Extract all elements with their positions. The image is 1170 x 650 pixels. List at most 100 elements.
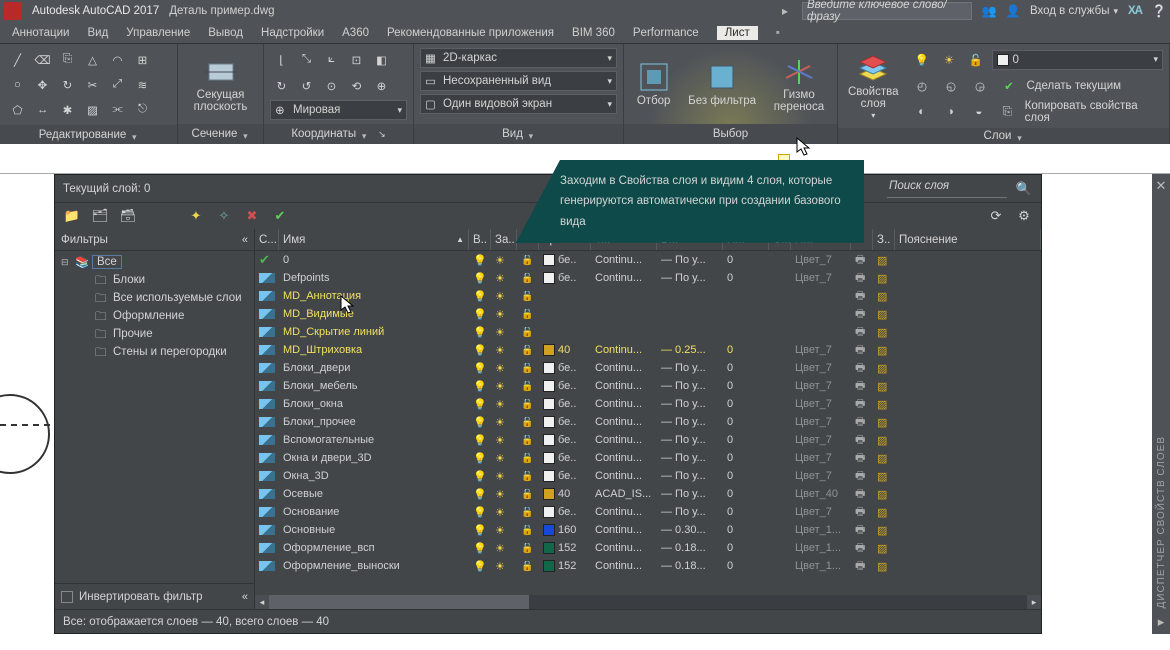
filters-expand-icon[interactable]: «: [242, 591, 248, 603]
ucs-x-icon[interactable]: ↻: [270, 74, 293, 97]
ribbon-tab[interactable]: BIM 360: [572, 27, 615, 39]
join-icon[interactable]: ⫘: [106, 98, 129, 121]
ucs-face-icon[interactable]: ◧: [370, 48, 393, 71]
layer-row[interactable]: ✔0💡☀🔓бе..Continu...— По у...0Цвет_7🖶▨: [255, 251, 1041, 269]
layer-copy-icon[interactable]: ⎘: [996, 101, 1019, 124]
scale-icon[interactable]: ⤢: [106, 73, 129, 96]
ribbon-tab[interactable]: Аннотации: [12, 27, 69, 39]
chevron-right-icon[interactable]: ▸: [778, 4, 792, 18]
filters-collapse-icon[interactable]: «: [242, 234, 248, 246]
panel-title-view[interactable]: Вид: [414, 124, 623, 144]
settings-icon[interactable]: ⚙: [1015, 207, 1033, 225]
circle-icon[interactable]: ○: [6, 73, 29, 96]
erase-icon[interactable]: ⌫: [31, 48, 54, 71]
ucs-view-icon[interactable]: ⊡: [345, 48, 368, 71]
layer-prev-icon[interactable]: ◑: [939, 101, 962, 124]
filter-item[interactable]: 🗀Стены и перегородки: [59, 343, 250, 361]
layer-state-icon[interactable]: ◒: [968, 101, 991, 124]
palette-menu-icon[interactable]: ▸: [1158, 614, 1165, 630]
section-plane-button[interactable]: Секущая плоскость: [190, 53, 252, 115]
sign-in-button[interactable]: Вход в службы▾: [1030, 5, 1118, 17]
layer-copy-props[interactable]: Копировать свойства слоя: [1025, 100, 1163, 124]
copy-icon[interactable]: ⎘: [56, 48, 79, 71]
fillet-icon[interactable]: ◠: [106, 48, 129, 71]
refresh-icon[interactable]: ⟳: [987, 207, 1005, 225]
ucs-world-icon[interactable]: ⊕: [370, 74, 393, 97]
layer-states-icon[interactable]: 🗃: [119, 207, 137, 225]
layer-lock-icon[interactable]: 🔓: [965, 48, 988, 71]
saved-view-combo[interactable]: ▭Несохраненный вид: [420, 71, 617, 91]
hatch-icon[interactable]: ▨: [81, 98, 104, 121]
current-layer-combo[interactable]: 0: [992, 50, 1164, 70]
layer-walk-icon[interactable]: ◐: [911, 101, 934, 124]
rotate-icon[interactable]: ↻: [56, 73, 79, 96]
ucs-y-icon[interactable]: ↺: [295, 74, 318, 97]
stretch-icon[interactable]: ↔: [31, 98, 54, 121]
panel-title-section[interactable]: Сечение: [178, 124, 263, 144]
ribbon-tab[interactable]: Надстройки: [261, 27, 324, 39]
polygon-icon[interactable]: ⬠: [6, 98, 29, 121]
ribbon-tab[interactable]: Вид: [87, 27, 108, 39]
layer-on-icon[interactable]: 💡: [911, 48, 934, 71]
ucs-3p-icon[interactable]: ⟀: [320, 48, 343, 71]
ucs-obj-icon[interactable]: ⊙: [320, 74, 343, 97]
set-current-icon[interactable]: ✔: [271, 207, 289, 225]
mirror-icon[interactable]: △: [81, 48, 104, 71]
layer-row[interactable]: Окна и двери_3D💡☀🔓бе..Continu...— По у..…: [255, 449, 1041, 467]
trim-icon[interactable]: ✂: [81, 73, 104, 96]
close-icon[interactable]: ✕: [1156, 178, 1167, 194]
ribbon-tab[interactable]: Вывод: [208, 27, 243, 39]
filter-item[interactable]: 🗀Все используемые слои: [59, 289, 250, 307]
layer-row[interactable]: MD_Штриховка💡☀🔓40Continu...— 0.25...0Цве…: [255, 341, 1041, 359]
layer-grid-body[interactable]: ✔0💡☀🔓бе..Continu...— По у...0Цвет_7🖶▨Def…: [255, 251, 1041, 595]
new-property-filter-icon[interactable]: 📁: [63, 207, 81, 225]
move-icon[interactable]: ✥: [31, 73, 54, 96]
ribbon-tab[interactable]: A360: [342, 27, 369, 39]
offset-icon[interactable]: ≋: [131, 73, 154, 96]
invert-filter-checkbox[interactable]: [61, 591, 73, 603]
filter-tree[interactable]: ⊟📚Все 🗀Блоки🗀Все используемые слои🗀Оформ…: [55, 251, 254, 583]
layer-off-icon[interactable]: ◵: [940, 74, 963, 97]
layer-row[interactable]: Осевые💡☀🔓40ACAD_IS...— По у...0Цвет_40🖶▨: [255, 485, 1041, 503]
layer-row[interactable]: Вспомогательные💡☀🔓бе..Continu...— По у..…: [255, 431, 1041, 449]
panel-title-edit[interactable]: Редактирование: [0, 125, 177, 144]
layer-row[interactable]: Блоки_двери💡☀🔓бе..Continu...— По у...0Цв…: [255, 359, 1041, 377]
explode-icon[interactable]: ✱: [56, 98, 79, 121]
layer-row[interactable]: Блоки_прочее💡☀🔓бе..Continu...— По у...0Ц…: [255, 413, 1041, 431]
filter-item[interactable]: 🗀Блоки: [59, 271, 250, 289]
ucs-prev-icon[interactable]: ⟲: [345, 74, 368, 97]
layer-freeze-icon[interactable]: ☀: [938, 48, 961, 71]
layer-row[interactable]: MD_Видимые💡☀🔓🖶▨: [255, 305, 1041, 323]
layer-row[interactable]: Defpoints💡☀🔓бе..Continu...— По у...0Цвет…: [255, 269, 1041, 287]
ribbon-tab[interactable]: Рекомендованные приложения: [387, 27, 554, 39]
new-layer-icon[interactable]: ✦: [187, 207, 205, 225]
exchange-apps-icon[interactable]: XA: [1128, 5, 1142, 17]
layer-row[interactable]: MD_Скрытие линий💡☀🔓🖶▨: [255, 323, 1041, 341]
layer-row[interactable]: Оформление_выноски💡☀🔓152Continu...— 0.18…: [255, 557, 1041, 575]
viewport-combo[interactable]: ▢Один видовой экран: [420, 94, 617, 114]
panel-title-layers[interactable]: Слои: [838, 128, 1169, 144]
keyword-search[interactable]: Введите ключевое слово/фразу: [802, 2, 972, 20]
filter-item[interactable]: 🗀Оформление: [59, 307, 250, 325]
layer-row[interactable]: Основные💡☀🔓160Continu...— 0.30...0Цвет_1…: [255, 521, 1041, 539]
visual-style-combo[interactable]: ▦2D-каркас: [420, 48, 617, 68]
palette-side-strip[interactable]: ✕ ДИСПЕТЧЕР СВОЙСТВ СЛОЕВ ▸: [1152, 174, 1170, 634]
horizontal-scrollbar[interactable]: ◂▸: [255, 595, 1041, 609]
search-icon[interactable]: 🔍: [1015, 180, 1033, 198]
layer-row[interactable]: Блоки_мебель💡☀🔓бе..Continu...— По у...0Ц…: [255, 377, 1041, 395]
panel-title-coords[interactable]: Координаты↘: [264, 124, 413, 144]
layer-row[interactable]: Основание💡☀🔓бе..Continu...— По у...0Цвет…: [255, 503, 1041, 521]
ucs-combo[interactable]: ⊕Мировая: [270, 100, 407, 120]
help-icon[interactable]: ❔: [1152, 4, 1166, 18]
filter-all[interactable]: ⊟📚Все: [59, 253, 250, 271]
ribbon-tab[interactable]: Performance: [633, 27, 699, 39]
move-gizmo-button[interactable]: Гизмо переноса: [770, 53, 828, 115]
filter-item[interactable]: 🗀Прочие: [59, 325, 250, 343]
ucs-icon[interactable]: ⌊: [270, 48, 293, 71]
layer-match-icon[interactable]: ✔: [998, 74, 1021, 97]
layer-make-icon[interactable]: ◶: [969, 74, 992, 97]
layer-iso-icon[interactable]: ◴: [911, 74, 934, 97]
layer-row[interactable]: MD_Аннотация💡☀🔓🖶▨: [255, 287, 1041, 305]
layer-row[interactable]: Блоки_окна💡☀🔓бе..Continu...— По у...0Цве…: [255, 395, 1041, 413]
new-layer-freeze-icon[interactable]: ✧: [215, 207, 233, 225]
